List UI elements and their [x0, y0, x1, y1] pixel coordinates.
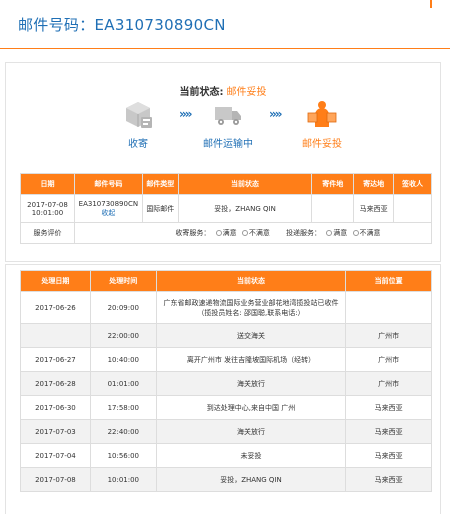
step-arrow-icon: »» [179, 107, 192, 121]
row-date: 2017-06-26 [20, 291, 91, 324]
row-time: 20:09:00 [89, 291, 157, 324]
summary-date: 2017-07-08 10:01:00 [20, 194, 75, 223]
table-row: 22:00:00 送交海关 广州市 [20, 323, 432, 348]
row-time: 22:00:00 [89, 323, 157, 348]
summary-header-row: 日期 邮件号码 邮件类型 当前状态 寄件地 寄达地 签收人 [20, 173, 432, 195]
row-time: 17:58:00 [89, 395, 157, 420]
summary-type: 国际邮件 [141, 194, 179, 223]
row-location: 马来西亚 [345, 419, 432, 444]
row-status: 离开广州市 发往吉隆坡国际机场（经转） [155, 347, 347, 372]
table-row: 2017-07-08 10:01:00 妥投，ZHANG QIN 马来西亚 [20, 467, 432, 492]
row-time: 10:40:00 [89, 347, 157, 372]
history-col-date: 处理日期 [20, 270, 91, 292]
table-row: 2017-06-30 17:58:00 到达处理中心,来自中国 广州 马来西亚 [20, 395, 432, 420]
collect-unsatisfied-radio[interactable] [241, 229, 248, 236]
collapse-link[interactable]: 收起 [101, 209, 115, 217]
header-divider [0, 48, 450, 49]
row-location: 马来西亚 [345, 443, 432, 468]
row-time: 10:01:00 [89, 467, 157, 492]
collect-service-label: 收寄服务： [175, 229, 211, 237]
page-title: 邮件号码：EA310730890CN [18, 15, 226, 34]
row-time: 01:01:00 [89, 371, 157, 396]
deliver-unsatisfied-radio[interactable] [352, 229, 359, 236]
row-date: 2017-07-04 [20, 443, 91, 468]
row-location [345, 291, 432, 324]
summary-tracking-no: EA310730890CN [78, 199, 139, 208]
col-header-destination: 寄达地 [353, 173, 395, 195]
row-status: 妥投，ZHANG QIN [155, 467, 347, 492]
table-row: 2017-06-26 20:09:00 广东省邮政速递物流国际业务营业部花地湾揽… [20, 291, 432, 324]
table-row: 2017-07-03 22:40:00 海关放行 马来西亚 [20, 419, 432, 444]
deliver-service-label: 投递服务： [286, 229, 322, 237]
row-date: 2017-06-27 [20, 347, 91, 372]
row-date: 2017-06-30 [20, 395, 91, 420]
col-header-origin: 寄件地 [311, 173, 355, 195]
step-delivered-label: 邮件妥投 [302, 139, 342, 150]
row-status: 海关放行 [155, 419, 347, 444]
step-arrow-icon: »» [269, 107, 282, 121]
evaluation-options: 收寄服务： 满意 不满意 投递服务： 满意 不满意 [74, 222, 433, 244]
package-icon [123, 99, 153, 129]
evaluation-row: 服务评价 收寄服务： 满意 不满意 投递服务： 满意 不满意 [20, 222, 433, 244]
row-time: 10:56:00 [89, 443, 157, 468]
current-status-value: 邮件妥投 [226, 87, 267, 98]
collect-unsatisfied-label: 不满意 [248, 229, 270, 237]
current-status: 当前状态: 邮件妥投 [6, 83, 440, 98]
summary-origin [311, 194, 355, 223]
row-time: 22:40:00 [89, 419, 157, 444]
table-row: 2017-07-04 10:56:00 未妥投 马来西亚 [20, 443, 432, 468]
row-location: 广州市 [345, 371, 432, 396]
summary-row: 2017-07-08 10:01:00 EA310730890CN 收起 国际邮… [20, 194, 432, 223]
step-collected: 收寄 [103, 99, 173, 150]
summary-status: 妥投，ZHANG QIN [177, 194, 313, 223]
status-card: 当前状态: 邮件妥投 收寄 »» 邮件运输中 »» 邮件妥投 日期 邮件号码 邮… [5, 62, 441, 262]
summary-destination: 马来西亚 [353, 194, 395, 223]
table-row: 2017-06-27 10:40:00 离开广州市 发往吉隆坡国际机场（经转） … [20, 347, 432, 372]
history-col-time: 处理时间 [89, 270, 157, 292]
col-header-type: 邮件类型 [141, 173, 179, 195]
step-in-transit-label: 邮件运输中 [203, 139, 253, 150]
row-location: 马来西亚 [345, 467, 432, 492]
truck-icon [213, 99, 243, 129]
history-card: 处理日期 处理时间 当前状态 当前位置 2017-06-26 20:09:00 … [5, 264, 441, 514]
row-status: 送交海关 [155, 323, 347, 348]
row-date: 2017-07-08 [20, 467, 91, 492]
deliver-satisfied-radio[interactable] [326, 229, 333, 236]
step-collected-label: 收寄 [128, 139, 148, 150]
row-location: 马来西亚 [345, 395, 432, 420]
row-location: 广州市 [345, 347, 432, 372]
history-table: 处理日期 处理时间 当前状态 当前位置 2017-06-26 20:09:00 … [20, 270, 432, 492]
page-header: 邮件号码：EA310730890CN [0, 0, 450, 48]
row-status: 海关放行 [155, 371, 347, 396]
delivery-person-icon [307, 99, 337, 129]
row-status: 广东省邮政速递物流国际业务营业部花地湾揽投站已收件（揽投员姓名: 邵国聪,联系电… [155, 291, 347, 324]
table-row: 2017-06-28 01:01:00 海关放行 广州市 [20, 371, 432, 396]
step-delivered: 邮件妥投 [287, 99, 357, 150]
row-date [20, 323, 91, 348]
deliver-unsatisfied-label: 不满意 [359, 229, 381, 237]
deliver-satisfied-label: 满意 [333, 229, 348, 237]
collect-satisfied-radio[interactable] [215, 229, 222, 236]
history-col-location: 当前位置 [345, 270, 432, 292]
summary-table: 日期 邮件号码 邮件类型 当前状态 寄件地 寄达地 签收人 2017-07-08… [20, 173, 433, 244]
header-accent-tick [430, 0, 432, 8]
row-status: 未妥投 [155, 443, 347, 468]
col-header-status: 当前状态 [177, 173, 313, 195]
evaluation-label: 服务评价 [20, 222, 75, 244]
current-status-label: 当前状态: [179, 87, 224, 98]
col-header-date: 日期 [20, 173, 75, 195]
summary-signer [393, 194, 432, 223]
history-col-status: 当前状态 [155, 270, 347, 292]
step-in-transit: 邮件运输中 [193, 99, 263, 150]
row-location: 广州市 [345, 323, 432, 348]
summary-tracking-cell: EA310730890CN 收起 [73, 194, 143, 223]
col-header-signer: 签收人 [393, 173, 432, 195]
row-date: 2017-06-28 [20, 371, 91, 396]
history-header-row: 处理日期 处理时间 当前状态 当前位置 [20, 270, 432, 292]
collect-satisfied-label: 满意 [222, 229, 237, 237]
row-date: 2017-07-03 [20, 419, 91, 444]
col-header-tracking: 邮件号码 [73, 173, 143, 195]
row-status: 到达处理中心,来自中国 广州 [155, 395, 347, 420]
